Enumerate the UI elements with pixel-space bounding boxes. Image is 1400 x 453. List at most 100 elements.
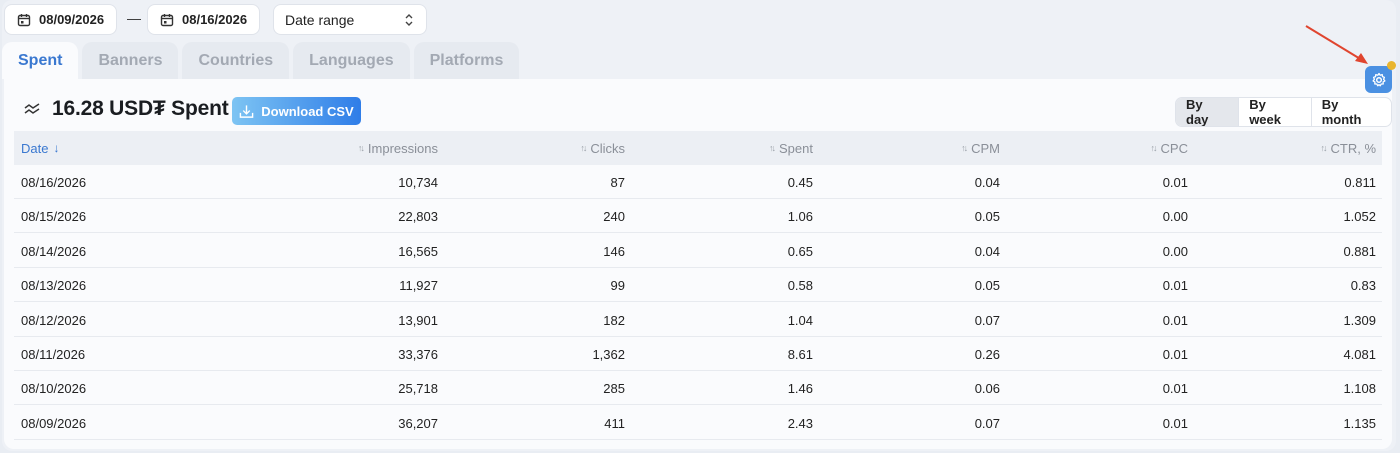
sort-icon: ↑↓ [961,143,968,153]
by-day-button[interactable]: By day [1176,98,1239,126]
tab-platforms[interactable]: Platforms [413,42,520,79]
trend-icon [24,103,40,114]
tab-banners[interactable]: Banners [82,42,179,79]
date-range-select[interactable]: Date range [273,4,427,35]
end-date-value: 08/16/2026 [182,12,248,27]
sort-icon: ↑↓ [357,143,365,153]
sort-desc-icon: ↓ [53,141,60,155]
table-row: 08/11/2026 33,376 1,362 8.61 0.26 0.01 4.081 [14,337,1382,371]
period-toggle: By day By week By month [1175,97,1392,127]
cell-date: 08/13/2026 [21,278,87,294]
total-spent: 16.28 USD₮ Spent [52,97,229,120]
start-date-value: 08/09/2026 [39,12,105,27]
sort-icon: ↑↓ [580,143,587,153]
table-row: 08/14/2026 16,565 146 0.65 0.04 0.00 0.881 [14,234,1382,268]
settings-button[interactable] [1365,66,1392,93]
cell-spent: 0.65 [787,243,813,259]
summary: 16.28 USD₮ Spent [24,97,229,121]
cell-ctr: 1.052 [1343,209,1376,225]
gear-icon [1371,72,1386,86]
cell-cpc: 0.01 [1162,175,1188,190]
cell-date: 08/16/2026 [21,175,87,190]
end-date-picker[interactable]: 08/16/2026 [147,4,261,35]
sort-icon: ↑↓ [1150,143,1158,153]
cell-spent: 1.46 [787,381,813,397]
stats-card: 16.28 USD₮ Spent Download CSV By day By … [4,79,1392,449]
chevron-updown-icon [405,13,413,26]
cell-ctr: 1.135 [1343,415,1376,431]
cell-spent: 2.43 [787,415,813,431]
tab-spent[interactable]: Spent [2,42,79,79]
cell-clicks: 87 [610,175,625,190]
cell-cpm: 0.05 [974,278,1000,294]
start-date-picker[interactable]: 08/09/2026 [4,4,118,35]
header-spent[interactable]: ↑↓ Spent [769,141,813,156]
cell-date: 08/10/2026 [21,381,87,397]
cell-impressions: 10,734 [398,175,438,190]
notification-dot [1387,61,1396,70]
table-row: 08/13/2026 11,927 99 0.58 0.05 0.01 0.83 [14,268,1382,303]
cell-date: 08/15/2026 [21,209,87,225]
cell-spent: 8.61 [787,347,813,362]
header-cpc[interactable]: ↑↓ CPC [1151,141,1188,156]
cell-cpm: 0.07 [974,415,1000,431]
sort-icon: ↑↓ [1320,143,1328,153]
cell-ctr: 0.83 [1350,278,1376,294]
download-icon [239,104,254,118]
by-week-button[interactable]: By week [1238,98,1311,126]
cell-cpc: 0.01 [1162,312,1188,328]
cell-ctr: 1.108 [1343,381,1376,397]
sort-icon: ↑↓ [769,143,776,153]
cell-spent: 0.45 [787,175,813,190]
table-row: 08/10/2026 25,718 285 1.46 0.06 0.01 1.108 [14,371,1382,406]
cell-impressions: 36,207 [398,415,438,431]
cell-cpc: 0.00 [1162,243,1188,259]
header-clicks[interactable]: ↑↓ Clicks [580,141,625,156]
cell-impressions: 11,927 [399,278,438,294]
download-csv-label: Download CSV [261,103,354,119]
cell-clicks: 411 [604,415,625,431]
tab-languages[interactable]: Languages [293,42,410,79]
cell-clicks: 146 [603,243,625,259]
cell-cpc: 0.00 [1162,209,1188,225]
cell-spent: 0.58 [787,278,813,294]
cell-cpm: 0.26 [974,347,1000,362]
calendar-icon [160,13,174,26]
tab-countries[interactable]: Countries [182,42,290,79]
table-row: 08/12/2026 13,901 182 1.04 0.07 0.01 1.309 [14,303,1382,337]
cell-ctr: 1.309 [1343,312,1376,328]
cell-cpm: 0.04 [974,175,1000,190]
cell-date: 08/09/2026 [21,415,87,431]
cell-cpc: 0.01 [1162,278,1188,294]
annotation-arrow [1305,25,1368,64]
cell-impressions: 22,803 [398,209,438,225]
table-header: Date ↓ ↑↓ Impressions ↑↓ Clicks ↑↓ Spent ↑↓… [14,131,1382,165]
date-range-value: Date range [285,11,355,28]
header-impressions[interactable]: ↑↓ Impressions [358,141,438,156]
cell-impressions: 33,376 [398,347,438,362]
by-month-button[interactable]: By month [1310,98,1391,126]
cell-ctr: 4.081 [1343,347,1376,362]
cell-cpm: 0.07 [974,312,1000,328]
cell-cpc: 0.01 [1162,415,1188,431]
cell-impressions: 16,565 [398,243,438,259]
cell-cpm: 0.06 [974,381,1000,397]
table-row: 08/09/2026 36,207 411 2.43 0.07 0.01 1.135 [14,406,1382,440]
cell-cpm: 0.04 [974,243,1000,259]
download-csv-button[interactable]: Download CSV [232,97,361,125]
table-row: 08/16/2026 10,734 87 0.45 0.04 0.01 0.811 [14,165,1382,199]
date-separator: — [127,10,141,26]
cell-spent: 1.04 [787,312,813,328]
cell-clicks: 182 [603,312,625,328]
cell-date: 08/11/2026 [21,347,86,362]
cell-clicks: 285 [603,381,625,397]
header-cpm[interactable]: ↑↓ CPM [961,141,1000,156]
header-date[interactable]: Date ↓ [21,141,59,156]
cell-ctr: 0.881 [1343,243,1376,259]
table-row: 08/15/2026 22,803 240 1.06 0.05 0.00 1.052 [14,199,1382,234]
cell-impressions: 13,901 [398,312,438,328]
cell-clicks: 1,362 [592,347,625,362]
cell-cpc: 0.01 [1162,347,1188,362]
header-ctr[interactable]: ↑↓ CTR, % [1321,141,1377,156]
cell-impressions: 25,718 [398,381,438,397]
